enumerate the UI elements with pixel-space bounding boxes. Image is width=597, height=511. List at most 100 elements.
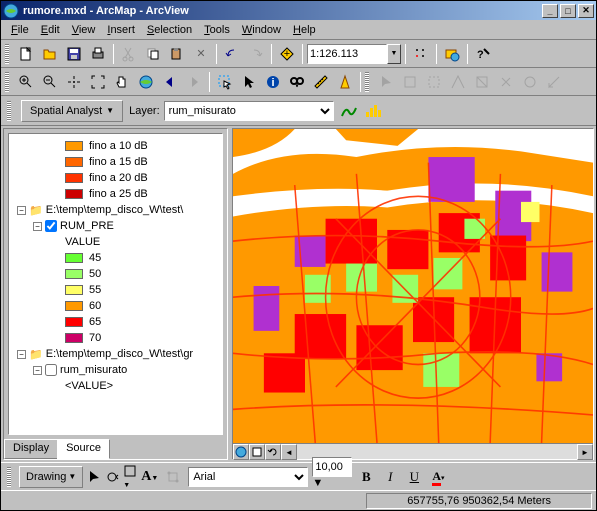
back-button[interactable] [159, 71, 181, 93]
collapse-button[interactable]: − [17, 350, 26, 359]
spatial-analyst-toolbar: Spatial Analyst ▼ Layer: rum_misurato [1, 96, 596, 126]
menu-help[interactable]: Help [287, 22, 322, 38]
print-button[interactable] [87, 43, 109, 65]
full-extent-button[interactable] [135, 71, 157, 93]
add-data-button[interactable]: + [276, 43, 298, 65]
edit-tool-button[interactable] [375, 71, 397, 93]
group-path[interactable]: E:\temp\temp_disco_W\test\ [46, 204, 184, 216]
scale-input[interactable] [307, 44, 387, 64]
font-select[interactable]: Arial [188, 467, 308, 487]
layer-name[interactable]: RUM_PRE [60, 220, 114, 232]
bold-button[interactable]: B [356, 467, 376, 487]
collapse-button[interactable]: − [17, 206, 26, 215]
ext4-button[interactable] [495, 71, 517, 93]
collapse-button[interactable]: − [33, 222, 42, 231]
pan-button[interactable] [111, 71, 133, 93]
cut-button[interactable] [118, 43, 140, 65]
copy-button[interactable] [142, 43, 164, 65]
map-canvas[interactable] [233, 129, 593, 443]
new-button[interactable] [15, 43, 37, 65]
contour-button[interactable] [340, 102, 358, 120]
legend-label: 65 [89, 316, 101, 328]
tab-source[interactable]: Source [57, 439, 110, 459]
toc-tabs: Display Source [4, 439, 227, 459]
font-size-input[interactable] [312, 457, 352, 477]
shape-tool[interactable]: ▼ [123, 464, 137, 490]
select-tool[interactable] [87, 470, 101, 484]
maximize-button[interactable]: □ [560, 4, 576, 18]
measure-button[interactable] [310, 71, 332, 93]
toc-tree[interactable]: fino a 10 dB fino a 15 dB fino a 20 dB f… [8, 133, 223, 435]
zoom-in-button[interactable] [15, 71, 37, 93]
swatch [65, 333, 83, 343]
undo-button[interactable] [221, 43, 243, 65]
spatial-analyst-menu[interactable]: Spatial Analyst ▼ [21, 100, 123, 122]
scale-dropdown[interactable]: ▼ [387, 44, 401, 64]
ext2-button[interactable] [447, 71, 469, 93]
underline-button[interactable]: U [404, 467, 424, 487]
layer-checkbox[interactable] [45, 364, 57, 376]
menu-tools[interactable]: Tools [198, 22, 236, 38]
fixed-zoom-in-button[interactable] [63, 71, 85, 93]
arccatalog-button[interactable] [441, 43, 463, 65]
collapse-button[interactable]: − [33, 366, 42, 375]
scroll-left[interactable]: ◄ [281, 444, 297, 460]
legend-label: fino a 10 dB [89, 140, 148, 152]
menu-insert[interactable]: Insert [101, 22, 141, 38]
menu-selection[interactable]: Selection [141, 22, 198, 38]
data-view-button[interactable] [233, 444, 249, 460]
value-label: VALUE [65, 236, 100, 248]
fixed-zoom-out-button[interactable] [87, 71, 109, 93]
delete-button[interactable]: ✕ [190, 43, 212, 65]
menu-view[interactable]: View [66, 22, 102, 38]
identify-button[interactable]: i [262, 71, 284, 93]
italic-button[interactable]: I [380, 467, 400, 487]
swatch [65, 301, 83, 311]
refresh-button[interactable] [265, 444, 281, 460]
drawing-menu[interactable]: Drawing▼ [19, 466, 83, 488]
hyperlink-button[interactable] [334, 71, 356, 93]
layer-checkbox[interactable] [45, 220, 57, 232]
layer-select[interactable]: rum_misurato [164, 101, 334, 121]
swatch [65, 189, 83, 199]
layer-name[interactable]: rum_misurato [60, 364, 127, 376]
paste-button[interactable] [166, 43, 188, 65]
value-label: <VALUE> [65, 380, 113, 392]
editor-toolbar-button[interactable] [410, 43, 432, 65]
find-button[interactable] [286, 71, 308, 93]
open-button[interactable] [39, 43, 61, 65]
layout-view-button[interactable] [249, 444, 265, 460]
histogram-button[interactable] [364, 102, 382, 120]
legend-label: fino a 20 dB [89, 172, 148, 184]
map-view-bar: ◄ ► [233, 443, 593, 459]
save-button[interactable] [63, 43, 85, 65]
scroll-right[interactable]: ► [577, 444, 593, 460]
font-color-button[interactable]: A▾ [432, 469, 444, 484]
scale-combo[interactable]: ▼ [307, 44, 401, 64]
swatch [65, 157, 83, 167]
text-tool[interactable]: A▼ [141, 469, 158, 485]
help-button[interactable]: ? [472, 43, 494, 65]
menu-file[interactable]: File [5, 22, 35, 38]
svg-text:i: i [271, 77, 274, 89]
ext3-button[interactable] [471, 71, 493, 93]
ext5-button[interactable] [519, 71, 541, 93]
rotate-tool[interactable] [105, 470, 119, 484]
legend-label: 70 [89, 332, 101, 344]
menu-window[interactable]: Window [236, 22, 287, 38]
ext6-button[interactable] [543, 71, 565, 93]
redo-button[interactable] [245, 43, 267, 65]
ext1-button[interactable] [423, 71, 445, 93]
forward-button[interactable] [183, 71, 205, 93]
minimize-button[interactable]: _ [542, 4, 558, 18]
edit-vertices-tool[interactable] [166, 470, 180, 484]
zoom-out-button[interactable] [39, 71, 61, 93]
tab-display[interactable]: Display [4, 439, 58, 459]
select-features-button[interactable] [214, 71, 236, 93]
menu-edit[interactable]: Edit [35, 22, 66, 38]
statusbar: 657755,76 950362,54 Meters [1, 490, 596, 510]
group-path[interactable]: E:\temp\temp_disco_W\test\gr [46, 348, 193, 360]
close-button[interactable]: ✕ [578, 4, 594, 18]
select-elements-button[interactable] [238, 71, 260, 93]
sketch-button[interactable] [399, 71, 421, 93]
